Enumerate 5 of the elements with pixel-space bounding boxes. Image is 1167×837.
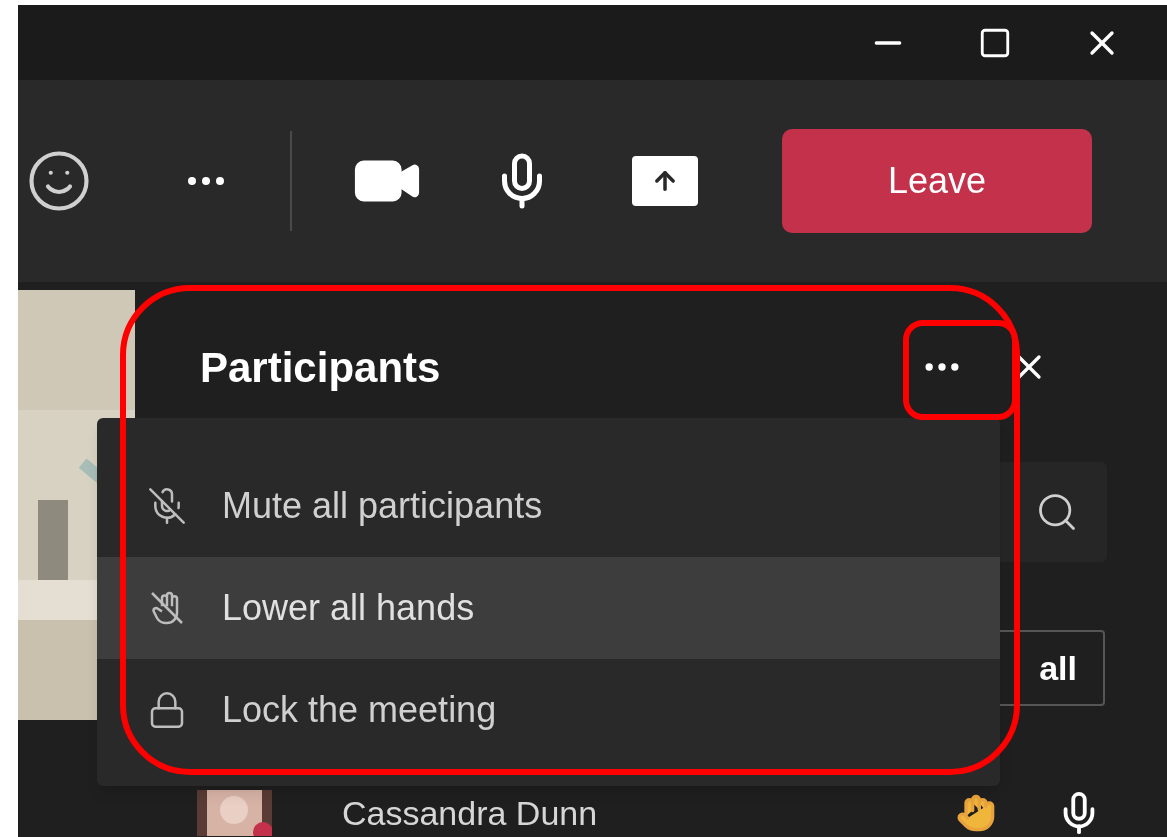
menu-item[interactable]: Mute all participants [97,455,1000,557]
menu-item[interactable]: Lower all hands [97,557,1000,659]
panel-title: Participants [200,342,441,393]
participant-name: Cassandra Dunn [342,793,598,833]
leave-button[interactable]: Leave [782,129,1092,233]
